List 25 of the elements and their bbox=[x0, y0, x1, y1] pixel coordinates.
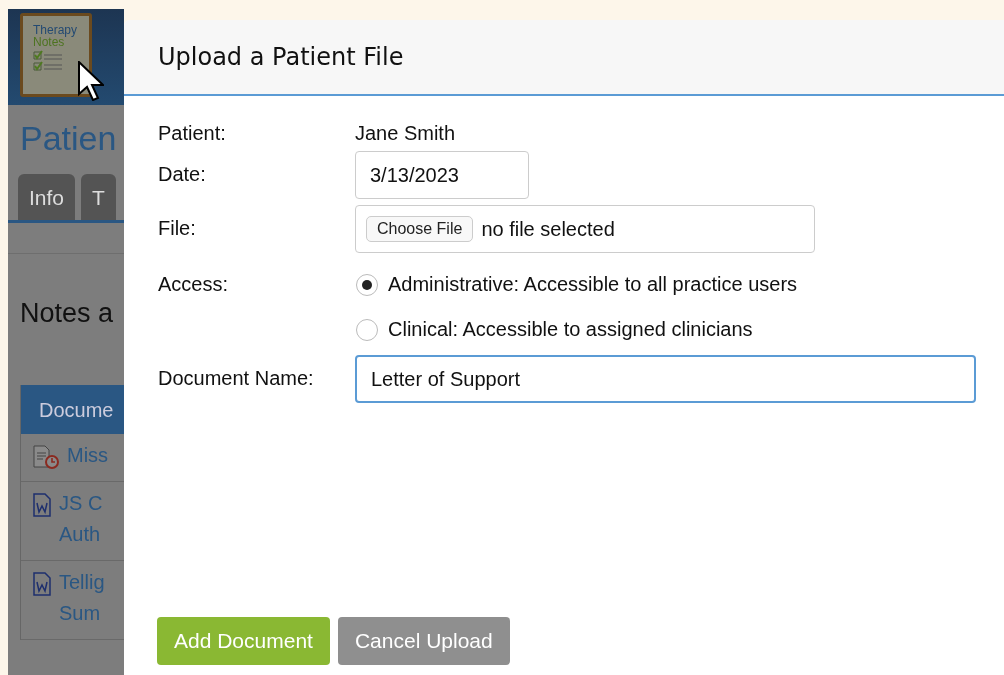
date-field[interactable]: 3/13/2023 bbox=[355, 151, 529, 199]
file-status: no file selected bbox=[481, 217, 615, 241]
file-field[interactable]: Choose File no file selected bbox=[355, 205, 815, 253]
document-clock-icon bbox=[33, 445, 59, 469]
tab[interactable]: Info bbox=[18, 174, 76, 220]
field-label: Document Name: bbox=[158, 366, 315, 390]
field-label: File: bbox=[158, 216, 197, 240]
table-header: Docume bbox=[21, 385, 124, 434]
document-name-field[interactable]: Letter of Support bbox=[355, 355, 976, 403]
word-document-icon bbox=[33, 572, 51, 596]
radio-button[interactable] bbox=[356, 318, 378, 341]
field-label: Date: bbox=[158, 162, 207, 186]
field-label: Access: bbox=[158, 273, 230, 296]
page-heading: Patien bbox=[19, 118, 118, 158]
radio-label[interactable]: Administrative: Accessible to all practice users bbox=[388, 273, 798, 296]
cancel-button[interactable]: Cancel Upload bbox=[337, 617, 510, 665]
dialog-title: Upload a Patient File bbox=[158, 43, 404, 71]
cursor-icon bbox=[78, 61, 104, 101]
field-label: Patient: bbox=[158, 122, 227, 145]
choose-file-button[interactable]: Choose File bbox=[366, 216, 474, 242]
word-document-icon bbox=[33, 493, 51, 517]
radio-button[interactable] bbox=[356, 273, 378, 296]
tab[interactable]: T bbox=[81, 174, 116, 220]
patient-name: Jane Smith bbox=[355, 122, 456, 145]
radio-label[interactable]: Clinical: Accessible to assigned clinicians bbox=[388, 318, 753, 341]
